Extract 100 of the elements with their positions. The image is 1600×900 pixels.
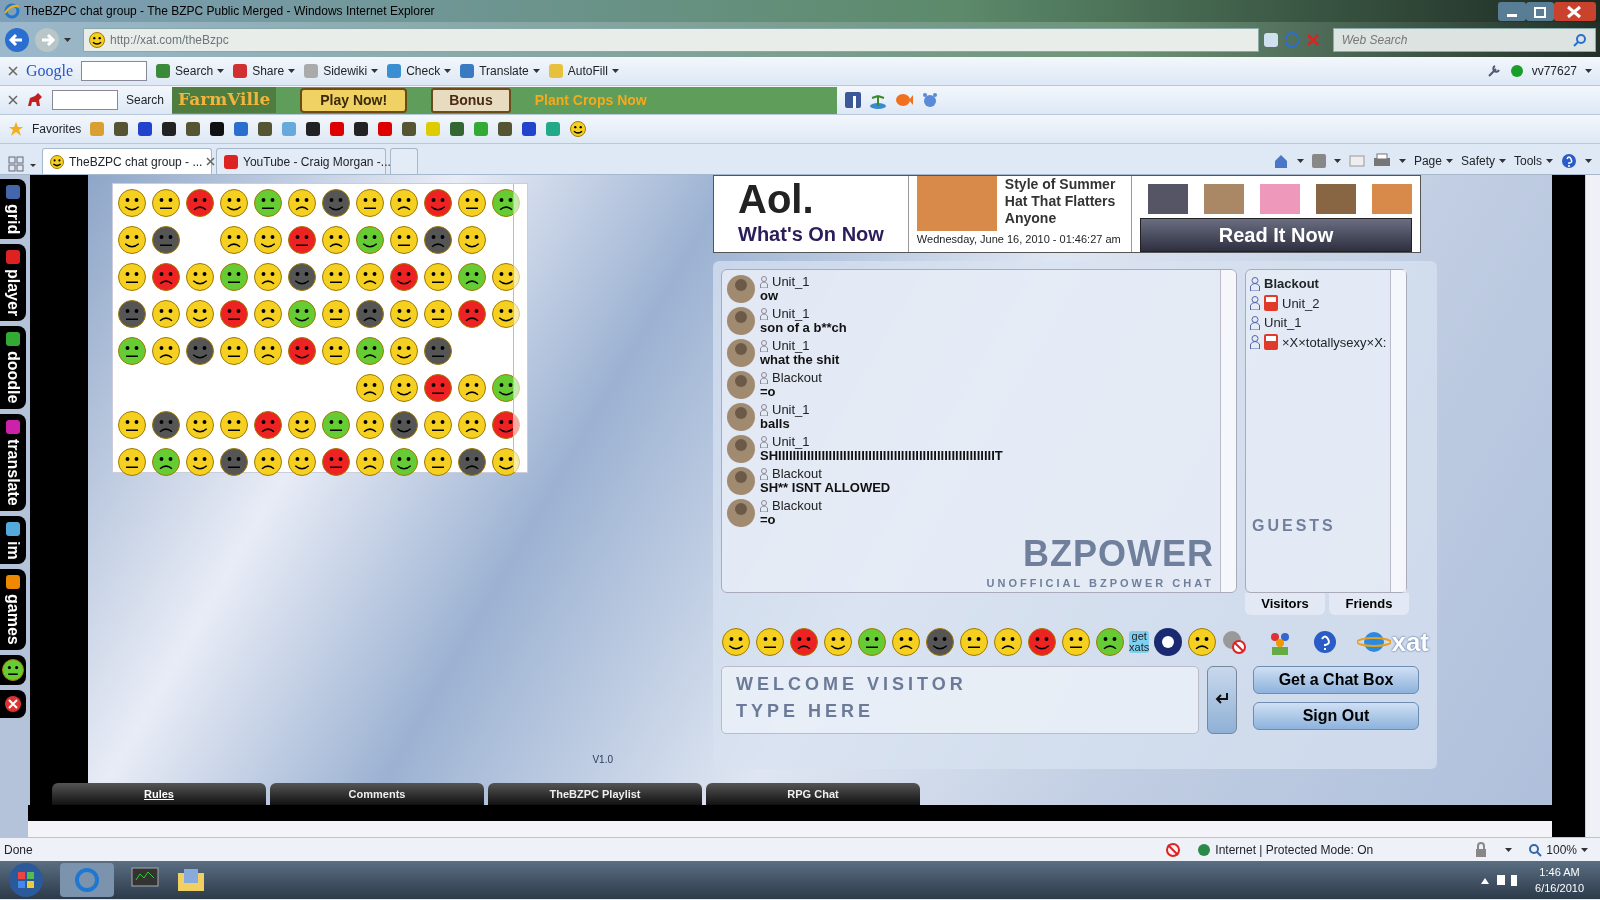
smiley-icon[interactable] bbox=[287, 299, 317, 329]
dropdown-caret-icon[interactable] bbox=[217, 69, 225, 73]
smiley-icon[interactable] bbox=[253, 410, 283, 440]
smiley-icon[interactable] bbox=[253, 225, 283, 255]
smiley-icon[interactable] bbox=[857, 627, 887, 657]
smiley-icon[interactable] bbox=[185, 299, 215, 329]
smiley-icon[interactable] bbox=[389, 262, 419, 292]
print-icon[interactable] bbox=[1372, 153, 1391, 169]
sound-off-icon[interactable] bbox=[1221, 629, 1248, 655]
smiley-icon[interactable] bbox=[1, 657, 25, 682]
smiley-icon[interactable] bbox=[219, 262, 249, 292]
smiley-icon[interactable] bbox=[789, 627, 819, 657]
favorite-site-icon[interactable] bbox=[137, 121, 154, 137]
smiley-icon[interactable] bbox=[355, 225, 385, 255]
smiley-icon[interactable] bbox=[721, 627, 751, 657]
smiley-icon[interactable] bbox=[88, 30, 106, 49]
dropdown-caret-icon[interactable] bbox=[1546, 159, 1553, 163]
smiley-icon[interactable] bbox=[457, 373, 487, 403]
home-icon[interactable] bbox=[1272, 153, 1289, 169]
dropdown-caret-icon[interactable] bbox=[611, 69, 619, 73]
command-menu[interactable]: Page bbox=[1413, 152, 1442, 170]
chat-button[interactable]: Get a Chat Box bbox=[1253, 665, 1419, 694]
help-icon[interactable] bbox=[1313, 630, 1338, 654]
smiley-icon[interactable] bbox=[993, 627, 1023, 657]
smiley-icon[interactable] bbox=[321, 410, 351, 440]
smiley-icon[interactable] bbox=[151, 447, 181, 477]
help-icon[interactable] bbox=[1561, 153, 1577, 169]
smiley-icon[interactable] bbox=[321, 336, 351, 366]
toolbar-item-icon[interactable] bbox=[386, 63, 403, 79]
smiley-icon[interactable] bbox=[287, 447, 317, 477]
favorites-button[interactable]: Favorites bbox=[32, 120, 82, 138]
smiley-icon[interactable] bbox=[219, 410, 249, 440]
command-menu[interactable]: Safety bbox=[1460, 152, 1495, 170]
smiley-icon[interactable] bbox=[253, 262, 283, 292]
smiley-icon[interactable] bbox=[117, 447, 147, 477]
favorite-site-icon[interactable] bbox=[521, 121, 538, 137]
smiley-icon[interactable] bbox=[355, 299, 385, 329]
smiley-icon[interactable] bbox=[185, 262, 215, 292]
dropdown-caret-icon[interactable] bbox=[1445, 159, 1453, 163]
list-tab[interactable]: Visitors bbox=[1245, 593, 1325, 615]
toolbar-button[interactable]: Share bbox=[252, 62, 285, 80]
smiley-icon[interactable] bbox=[491, 299, 521, 329]
smiley-icon[interactable] bbox=[219, 225, 249, 255]
smiley-icon[interactable] bbox=[389, 410, 419, 440]
smiley-icon[interactable] bbox=[959, 627, 989, 657]
smiley-icon[interactable] bbox=[491, 188, 521, 218]
get-xats-button[interactable]: get xats bbox=[1129, 631, 1150, 653]
favorite-site-icon[interactable] bbox=[353, 121, 370, 137]
smiley-icon[interactable] bbox=[755, 627, 785, 657]
smiley-icon[interactable] bbox=[423, 336, 453, 366]
scrollbar[interactable] bbox=[1220, 270, 1236, 592]
smiley-icon[interactable] bbox=[49, 153, 65, 170]
smiley-icon[interactable] bbox=[253, 336, 283, 366]
zoom-level[interactable]: 100% bbox=[1546, 840, 1577, 859]
bonus-button[interactable]: Bonus bbox=[431, 87, 511, 113]
toolbar-button[interactable]: Search bbox=[175, 62, 214, 80]
smiley-icon[interactable] bbox=[287, 262, 317, 292]
favorite-site-icon[interactable] bbox=[257, 121, 274, 137]
smiley-icon[interactable] bbox=[253, 188, 283, 218]
toolbar-item-icon[interactable] bbox=[232, 63, 249, 79]
clock-time[interactable]: 1:46 AM bbox=[1539, 863, 1580, 880]
smiley-icon[interactable] bbox=[891, 627, 921, 657]
ball-icon[interactable] bbox=[1153, 627, 1184, 657]
play-button[interactable]: Play Now! bbox=[300, 87, 408, 113]
dog-icon[interactable] bbox=[26, 92, 44, 108]
smiley-icon[interactable] bbox=[1095, 627, 1125, 657]
smiley-icon[interactable] bbox=[219, 447, 249, 477]
smiley-icon[interactable] bbox=[423, 447, 453, 477]
smiley-icon[interactable] bbox=[1187, 627, 1218, 657]
read-button[interactable]: Read It Now bbox=[1140, 218, 1412, 252]
smiley-icon[interactable] bbox=[185, 336, 215, 366]
smiley-icon[interactable] bbox=[287, 225, 317, 255]
smiley-icon[interactable] bbox=[151, 410, 181, 440]
smiley-icon[interactable] bbox=[321, 447, 351, 477]
smiley-icon[interactable] bbox=[151, 336, 181, 366]
smiley-icon[interactable] bbox=[355, 188, 385, 218]
smiley-icon[interactable] bbox=[1061, 627, 1091, 657]
ad-headline[interactable]: Style of Summer bbox=[1004, 176, 1123, 193]
smiley-icon[interactable] bbox=[355, 262, 385, 292]
smiley-icon[interactable] bbox=[321, 262, 351, 292]
smiley-icon[interactable] bbox=[185, 188, 215, 218]
smiley-icon[interactable] bbox=[491, 373, 521, 403]
smiley-icon[interactable] bbox=[287, 188, 317, 218]
smiley-icon[interactable] bbox=[389, 225, 419, 255]
favorite-site-icon[interactable] bbox=[497, 121, 514, 137]
dropdown-caret-icon[interactable] bbox=[1581, 847, 1588, 852]
toolbar-button[interactable]: AutoFill bbox=[567, 62, 608, 80]
smiley-icon[interactable] bbox=[219, 336, 249, 366]
dropdown-caret-icon[interactable] bbox=[1333, 159, 1341, 163]
message-field[interactable]: WELCOME VISITOR TYPE HERE bbox=[721, 665, 1199, 734]
smiley-icon[interactable] bbox=[117, 188, 147, 218]
toolbar-button[interactable]: Check bbox=[406, 62, 441, 80]
favorite-site-icon[interactable] bbox=[209, 121, 226, 137]
smiley-icon[interactable] bbox=[117, 225, 147, 255]
toolbar-item-icon[interactable] bbox=[155, 63, 172, 79]
search-box[interactable] bbox=[81, 61, 148, 81]
smiley-icon[interactable] bbox=[1027, 627, 1057, 657]
smiley-icon[interactable] bbox=[389, 447, 419, 477]
smiley-icon[interactable] bbox=[287, 336, 317, 366]
user-name[interactable]: Unit_1 bbox=[1264, 313, 1302, 333]
